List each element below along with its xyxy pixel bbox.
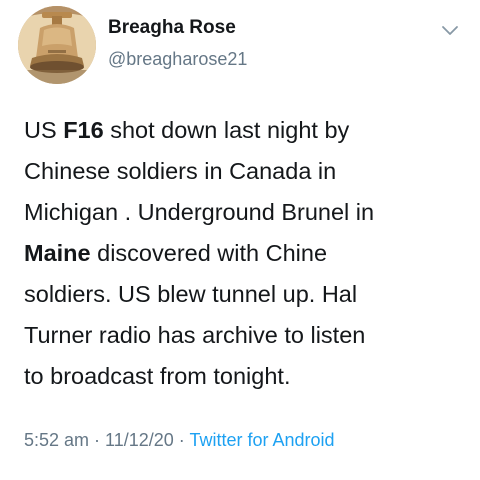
tweet-source-link[interactable]: Twitter for Android <box>189 430 334 450</box>
tweet-meta: 5:52 am · 11/12/20 · Twitter for Android <box>24 430 335 451</box>
bell-avatar-icon <box>18 6 96 84</box>
display-name[interactable]: Breagha Rose <box>108 17 236 39</box>
user-handle[interactable]: @breagharose21 <box>108 49 247 70</box>
tweet-line: Michigan . Underground Brunel in <box>24 199 375 225</box>
tweet-time[interactable]: 5:52 am <box>24 430 89 450</box>
meta-separator: · <box>173 430 190 450</box>
tweet-card: Breagha Rose @breagharose21 US F16 shot … <box>0 0 480 480</box>
avatar[interactable] <box>18 6 96 84</box>
tweet-line: Turner radio has archive to listen <box>24 322 366 348</box>
tweet-line: to broadcast from tonight. <box>24 363 291 389</box>
chevron-down-icon[interactable] <box>441 24 459 38</box>
tweet-line: Chinese soldiers in Canada in <box>24 158 337 184</box>
meta-separator: · <box>89 430 106 450</box>
tweet-line: soldiers. US blew tunnel up. Hal <box>24 281 358 307</box>
tweet-line: Maine discovered with Chine <box>24 240 328 266</box>
tweet-line: US F16 shot down last night by <box>24 117 350 143</box>
tweet-text: US F16 shot down last night by Chinese s… <box>24 110 464 397</box>
tweet-date[interactable]: 11/12/20 <box>105 430 174 450</box>
